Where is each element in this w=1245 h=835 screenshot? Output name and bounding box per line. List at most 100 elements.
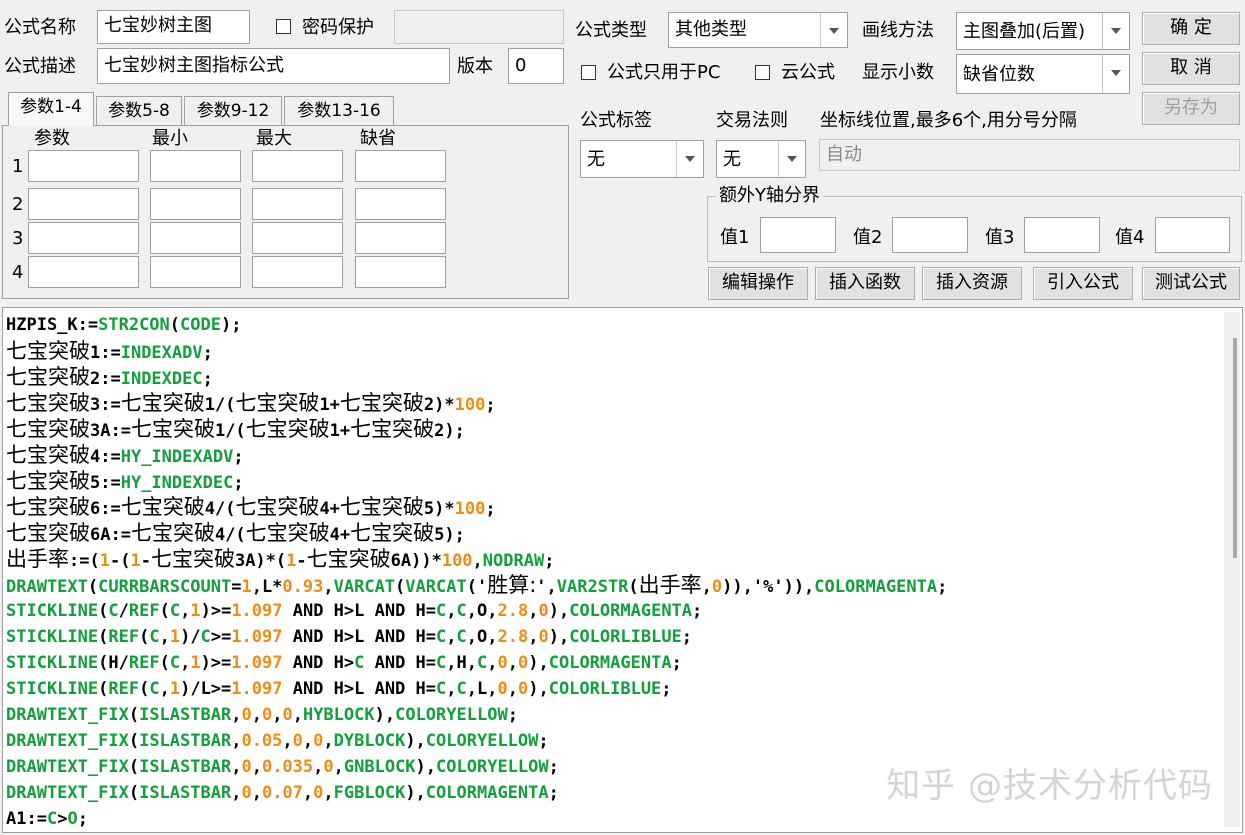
code-token: , [180,601,191,621]
code-token: ), [374,705,396,725]
pc-only-checkbox[interactable] [581,65,596,80]
password-checkbox[interactable] [276,19,291,34]
param-cell-input[interactable] [355,150,446,182]
insert-resource-button[interactable]: 插入资源 [922,267,1022,300]
y-value-input-1[interactable] [760,217,836,253]
edit-ops-button[interactable]: 编辑操作 [708,267,808,300]
code-line: DRAWTEXT_FIX(ISLASTBAR,0,0.035,0,GNBLOCK… [6,754,559,780]
code-line: DRAWTEXT_FIX(ISLASTBAR,0,0,0,HYBLOCK),CO… [6,702,518,728]
formula-desc-input[interactable]: 七宝妙树主图指标公式 [97,48,450,84]
param-cell-input[interactable] [28,222,139,254]
ok-button[interactable]: 确 定 [1142,12,1240,45]
tab-params-1-4[interactable]: 参数1-4 [8,92,94,126]
test-formula-button[interactable]: 测试公式 [1142,267,1240,300]
code-token: REF [108,679,140,699]
chevron-down-icon[interactable] [1102,55,1129,93]
code-token: ; [233,447,244,467]
param-cell-input[interactable] [150,222,241,254]
param-row-number: 4 [12,262,24,283]
cancel-button[interactable]: 取 消 [1142,52,1240,85]
code-line: DRAWTEXT(CURRBARSCOUNT=1,L*0.93,VARCAT(V… [6,572,947,598]
cloud-checkbox[interactable] [755,65,770,80]
y-value-label-2: 值2 [853,227,883,248]
param-cell-input[interactable] [28,188,139,220]
code-token: COLORYELLOW [395,705,508,725]
code-token: 七宝突破 [6,417,90,441]
formula-tag-select[interactable]: 无 [580,140,704,178]
code-token: = [231,577,242,597]
code-token: 七宝突破 [6,443,90,467]
y-value-input-2[interactable] [892,217,968,253]
decimal-value: 缺省位数 [963,64,1035,85]
code-token: REF [128,653,160,673]
param-cell-input[interactable] [28,150,139,182]
tab-params-9-12[interactable]: 参数9-12 [184,96,282,126]
vertical-scrollbar[interactable] [1224,312,1240,827]
code-token: ), [548,601,570,621]
scrollbar-thumb[interactable] [1233,338,1237,558]
code-line: DRAWTEXT_FIX(ISLASTBAR,0,0.07,0,FGBLOCK)… [6,780,559,806]
code-token: ( [128,783,140,803]
param-cell-input[interactable] [28,256,139,288]
param-cell-input[interactable] [252,188,343,220]
cloud-label: 云公式 [781,62,835,83]
param-cell-input[interactable] [150,150,241,182]
code-token: ,L* [251,577,283,597]
y-value-input-3[interactable] [1024,217,1100,253]
code-token: 0 [241,757,252,777]
version-input[interactable]: 0 [508,48,564,84]
y-value-label-3: 值3 [985,227,1015,248]
tab-params-13-16[interactable]: 参数13-16 [284,96,394,126]
param-cell-input[interactable] [355,222,446,254]
code-token: )/ [180,627,201,647]
param-cell-input[interactable] [150,256,241,288]
code-line: STICKLINE(REF(C,1)/L>=1.097 AND H>L AND … [6,676,672,702]
code-token: , [272,705,283,725]
code-token: ,H, [446,653,477,673]
draw-method-select[interactable]: 主图叠加(后置) [956,12,1130,50]
code-token: AND H> [282,653,355,673]
chevron-down-icon[interactable] [1102,13,1129,49]
param-cell-input[interactable] [355,188,446,220]
trade-rule-select[interactable]: 无 [716,140,806,178]
code-token: , [333,757,344,777]
formula-name-input[interactable]: 七宝妙树主图 [97,10,250,44]
import-formula-button[interactable]: 引入公式 [1033,267,1133,300]
decimal-select[interactable]: 缺省位数 [956,54,1130,94]
code-token: 1.097 [231,653,283,673]
chevron-down-icon[interactable] [820,13,847,47]
code-token: C [46,809,58,829]
code-editor[interactable]: HZPIS_K:=STR2CON(CODE); 七宝突破1:=INDEXADV; 七… [2,307,1243,833]
code-token: C [149,627,160,647]
code-token: , [251,757,262,777]
code-token: , [302,783,314,803]
param-cell-input[interactable] [252,222,343,254]
chevron-down-icon[interactable] [778,141,805,177]
insert-function-button[interactable]: 插入函数 [815,267,915,300]
chevron-down-icon[interactable] [676,141,703,177]
code-line: 七宝突破4:=HY_INDEXADV; [6,442,244,468]
code-token: ), [528,653,549,673]
tab-params-5-8[interactable]: 参数5-8 [96,96,182,126]
code-line: 七宝突破5:=HY_INDEXDEC; [6,468,244,494]
code-token: 七宝突破 [6,339,90,363]
code-token: 1 [130,551,141,571]
code-token: ( [159,653,170,673]
code-token: 6A))* [390,551,442,571]
code-token: ; [233,473,244,493]
formula-type-select[interactable]: 其他类型 [668,12,848,48]
code-token: , [282,731,293,751]
param-cell-input[interactable] [355,256,446,288]
y-value-input-4[interactable] [1155,217,1230,253]
param-cell-input[interactable] [252,150,343,182]
y-value-label-4: 值4 [1115,227,1145,248]
code-token: COLORLIBLUE [548,679,662,699]
code-token: 1+ [319,395,340,415]
param-cell-input[interactable] [252,256,343,288]
code-token: A1:= [6,809,47,829]
code-token: DRAWTEXT_FIX [6,705,129,725]
code-token: C [436,627,447,647]
code-token: 100 [454,499,486,519]
code-token: 1 [286,551,297,571]
param-cell-input[interactable] [150,188,241,220]
